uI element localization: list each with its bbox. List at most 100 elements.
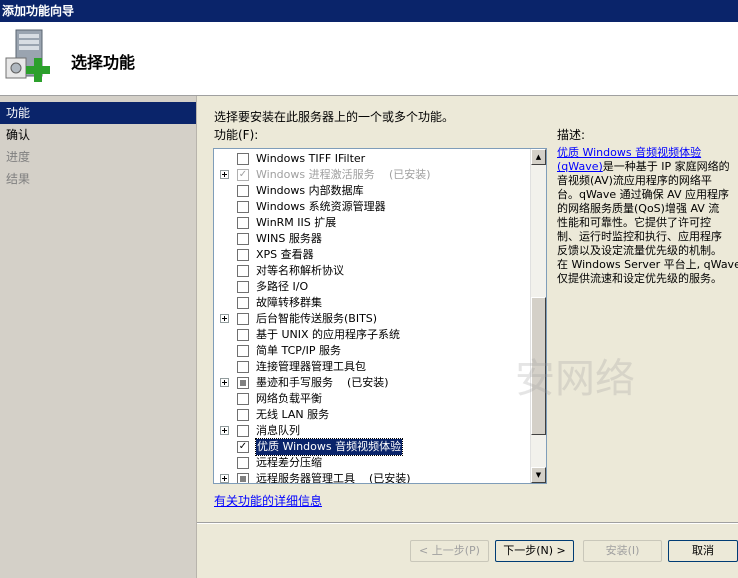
feature-label[interactable]: 多路径 I/O: [256, 279, 308, 295]
feature-row[interactable]: 对等名称解析协议: [214, 263, 532, 279]
feature-label[interactable]: 对等名称解析协议: [256, 263, 344, 279]
feature-checkbox[interactable]: [237, 233, 249, 245]
feature-checkbox[interactable]: [237, 201, 249, 213]
feature-checkbox[interactable]: [237, 409, 249, 421]
feature-row[interactable]: 墨迹和手写服务 (已安装): [214, 375, 532, 391]
feature-label[interactable]: Windows TIFF IFilter: [256, 151, 365, 167]
feature-checkbox[interactable]: [237, 425, 249, 437]
feature-row[interactable]: 多路径 I/O: [214, 279, 532, 295]
feature-row[interactable]: 远程服务器管理工具 (已安装): [214, 471, 532, 483]
feature-checkbox[interactable]: [237, 185, 249, 197]
feature-label[interactable]: WINS 服务器: [256, 231, 322, 247]
expand-icon[interactable]: [220, 378, 229, 387]
nav-item-confirm[interactable]: 确认: [0, 124, 196, 146]
feature-label[interactable]: 远程差分压缩: [256, 455, 322, 471]
nav-item-results: 结果: [6, 172, 31, 186]
feature-row[interactable]: XPS 查看器: [214, 247, 532, 263]
more-info-link[interactable]: 有关功能的详细信息: [214, 492, 322, 509]
feature-row[interactable]: 基于 UNIX 的应用程序子系统: [214, 327, 532, 343]
feature-checkbox[interactable]: [237, 377, 249, 389]
feature-label[interactable]: WinRM IIS 扩展: [256, 215, 336, 231]
feature-checkbox[interactable]: [237, 249, 249, 261]
feature-row[interactable]: 远程差分压缩: [214, 455, 532, 471]
feature-row[interactable]: Windows 进程激活服务 (已安装): [214, 167, 532, 183]
description-line: 是一种基于 IP 家庭网络的: [602, 160, 730, 173]
feature-row[interactable]: 后台智能传送服务(BITS): [214, 311, 532, 327]
feature-checkbox[interactable]: [237, 265, 249, 277]
page-title: 选择功能: [71, 53, 136, 72]
feature-label[interactable]: Windows 系统资源管理器: [256, 199, 386, 215]
feature-label[interactable]: 基于 UNIX 的应用程序子系统: [256, 327, 400, 343]
feature-checkbox[interactable]: [237, 217, 249, 229]
feature-checkbox[interactable]: [237, 361, 249, 373]
feature-status: (已安装): [347, 376, 389, 389]
feature-checkbox[interactable]: [237, 329, 249, 341]
feature-label[interactable]: 后台智能传送服务(BITS): [256, 311, 377, 327]
feature-row[interactable]: Windows TIFF IFilter: [214, 151, 532, 167]
feature-row[interactable]: Windows 系统资源管理器: [214, 199, 532, 215]
feature-checkbox[interactable]: [237, 441, 249, 453]
description-link-feature[interactable]: 优质 Windows 音频视频体验: [557, 146, 701, 159]
description-line: 反馈以及设定流量优先级的机制。: [557, 244, 722, 257]
feature-checkbox[interactable]: [237, 345, 249, 357]
wizard-nav: 功能 确认 进度 结果: [0, 96, 197, 578]
feature-label[interactable]: 远程服务器管理工具: [256, 471, 355, 483]
feature-label[interactable]: Windows 内部数据库: [256, 183, 364, 199]
feature-row[interactable]: WinRM IIS 扩展: [214, 215, 532, 231]
scroll-down-icon[interactable]: ▼: [531, 467, 546, 483]
feature-label[interactable]: 连接管理器管理工具包: [256, 359, 366, 375]
feature-label[interactable]: XPS 查看器: [256, 247, 314, 263]
expand-icon[interactable]: [220, 314, 229, 323]
scroll-up-icon[interactable]: ▲: [531, 149, 546, 165]
expand-icon[interactable]: [220, 474, 229, 483]
description-line: 的网络服务质量(QoS)增强 AV 流: [557, 202, 720, 215]
feature-checkbox[interactable]: [237, 281, 249, 293]
expand-icon[interactable]: [220, 170, 229, 179]
expand-icon[interactable]: [220, 426, 229, 435]
description-line: 台。qWave 通过确保 AV 应用程序: [557, 188, 730, 201]
description-link-qwave[interactable]: (qWave): [557, 160, 603, 173]
scroll-thumb[interactable]: [531, 297, 546, 435]
feature-row[interactable]: 网络负载平衡: [214, 391, 532, 407]
feature-checkbox[interactable]: [237, 313, 249, 325]
next-button[interactable]: 下一步(N) >: [495, 540, 574, 562]
feature-label[interactable]: 墨迹和手写服务: [256, 375, 333, 391]
feature-row[interactable]: 优质 Windows 音频视频体验: [214, 438, 532, 456]
feature-label[interactable]: 消息队列: [256, 423, 300, 439]
feature-checkbox[interactable]: [237, 473, 249, 483]
feature-checkbox[interactable]: [237, 457, 249, 469]
feature-row[interactable]: 连接管理器管理工具包: [214, 359, 532, 375]
feature-row[interactable]: 简单 TCP/IP 服务: [214, 343, 532, 359]
feature-row[interactable]: 消息队列: [214, 423, 532, 439]
feature-rows: Windows TIFF IFilterWindows 进程激活服务(已安装)W…: [214, 151, 532, 483]
feature-label[interactable]: 无线 LAN 服务: [256, 407, 329, 423]
scrollbar[interactable]: ▲ ▼: [530, 149, 546, 483]
wizard-header: 选择功能: [0, 22, 738, 96]
install-button[interactable]: 安装(I): [583, 540, 662, 562]
main-content: 选择要安装在此服务器上的一个或多个功能。 功能(F): Windows TIFF…: [197, 96, 738, 578]
nav-item-features[interactable]: 功能: [0, 102, 196, 124]
description-line: 音视频(AV)流应用程序的网络平: [557, 174, 712, 187]
feature-row[interactable]: Windows 内部数据库: [214, 183, 532, 199]
description-text: 优质 Windows 音频视频体验 (qWave)是一种基于 IP 家庭网络的 …: [557, 146, 738, 286]
feature-checkbox[interactable]: [237, 153, 249, 165]
server-add-icon: [5, 29, 50, 82]
feature-row[interactable]: 故障转移群集: [214, 295, 532, 311]
features-tree[interactable]: Windows TIFF IFilterWindows 进程激活服务(已安装)W…: [213, 148, 547, 484]
feature-label[interactable]: 优质 Windows 音频视频体验: [254, 438, 404, 456]
feature-row[interactable]: 无线 LAN 服务: [214, 407, 532, 423]
description-line: 在 Windows Server 平台上, qWave: [557, 258, 738, 271]
feature-label[interactable]: 网络负载平衡: [256, 391, 322, 407]
feature-label[interactable]: Windows 进程激活服务: [256, 167, 375, 183]
feature-label[interactable]: 简单 TCP/IP 服务: [256, 343, 341, 359]
feature-label[interactable]: 故障转移群集: [256, 295, 322, 311]
previous-button[interactable]: < 上一步(P): [410, 540, 489, 562]
feature-row[interactable]: WINS 服务器: [214, 231, 532, 247]
feature-checkbox[interactable]: [237, 169, 249, 181]
instruction-text: 选择要安装在此服务器上的一个或多个功能。: [214, 110, 455, 124]
feature-checkbox[interactable]: [237, 393, 249, 405]
cancel-button[interactable]: 取消: [668, 540, 738, 562]
button-divider: [197, 522, 738, 524]
feature-checkbox[interactable]: [237, 297, 249, 309]
nav-item-progress: 进度: [6, 150, 31, 164]
